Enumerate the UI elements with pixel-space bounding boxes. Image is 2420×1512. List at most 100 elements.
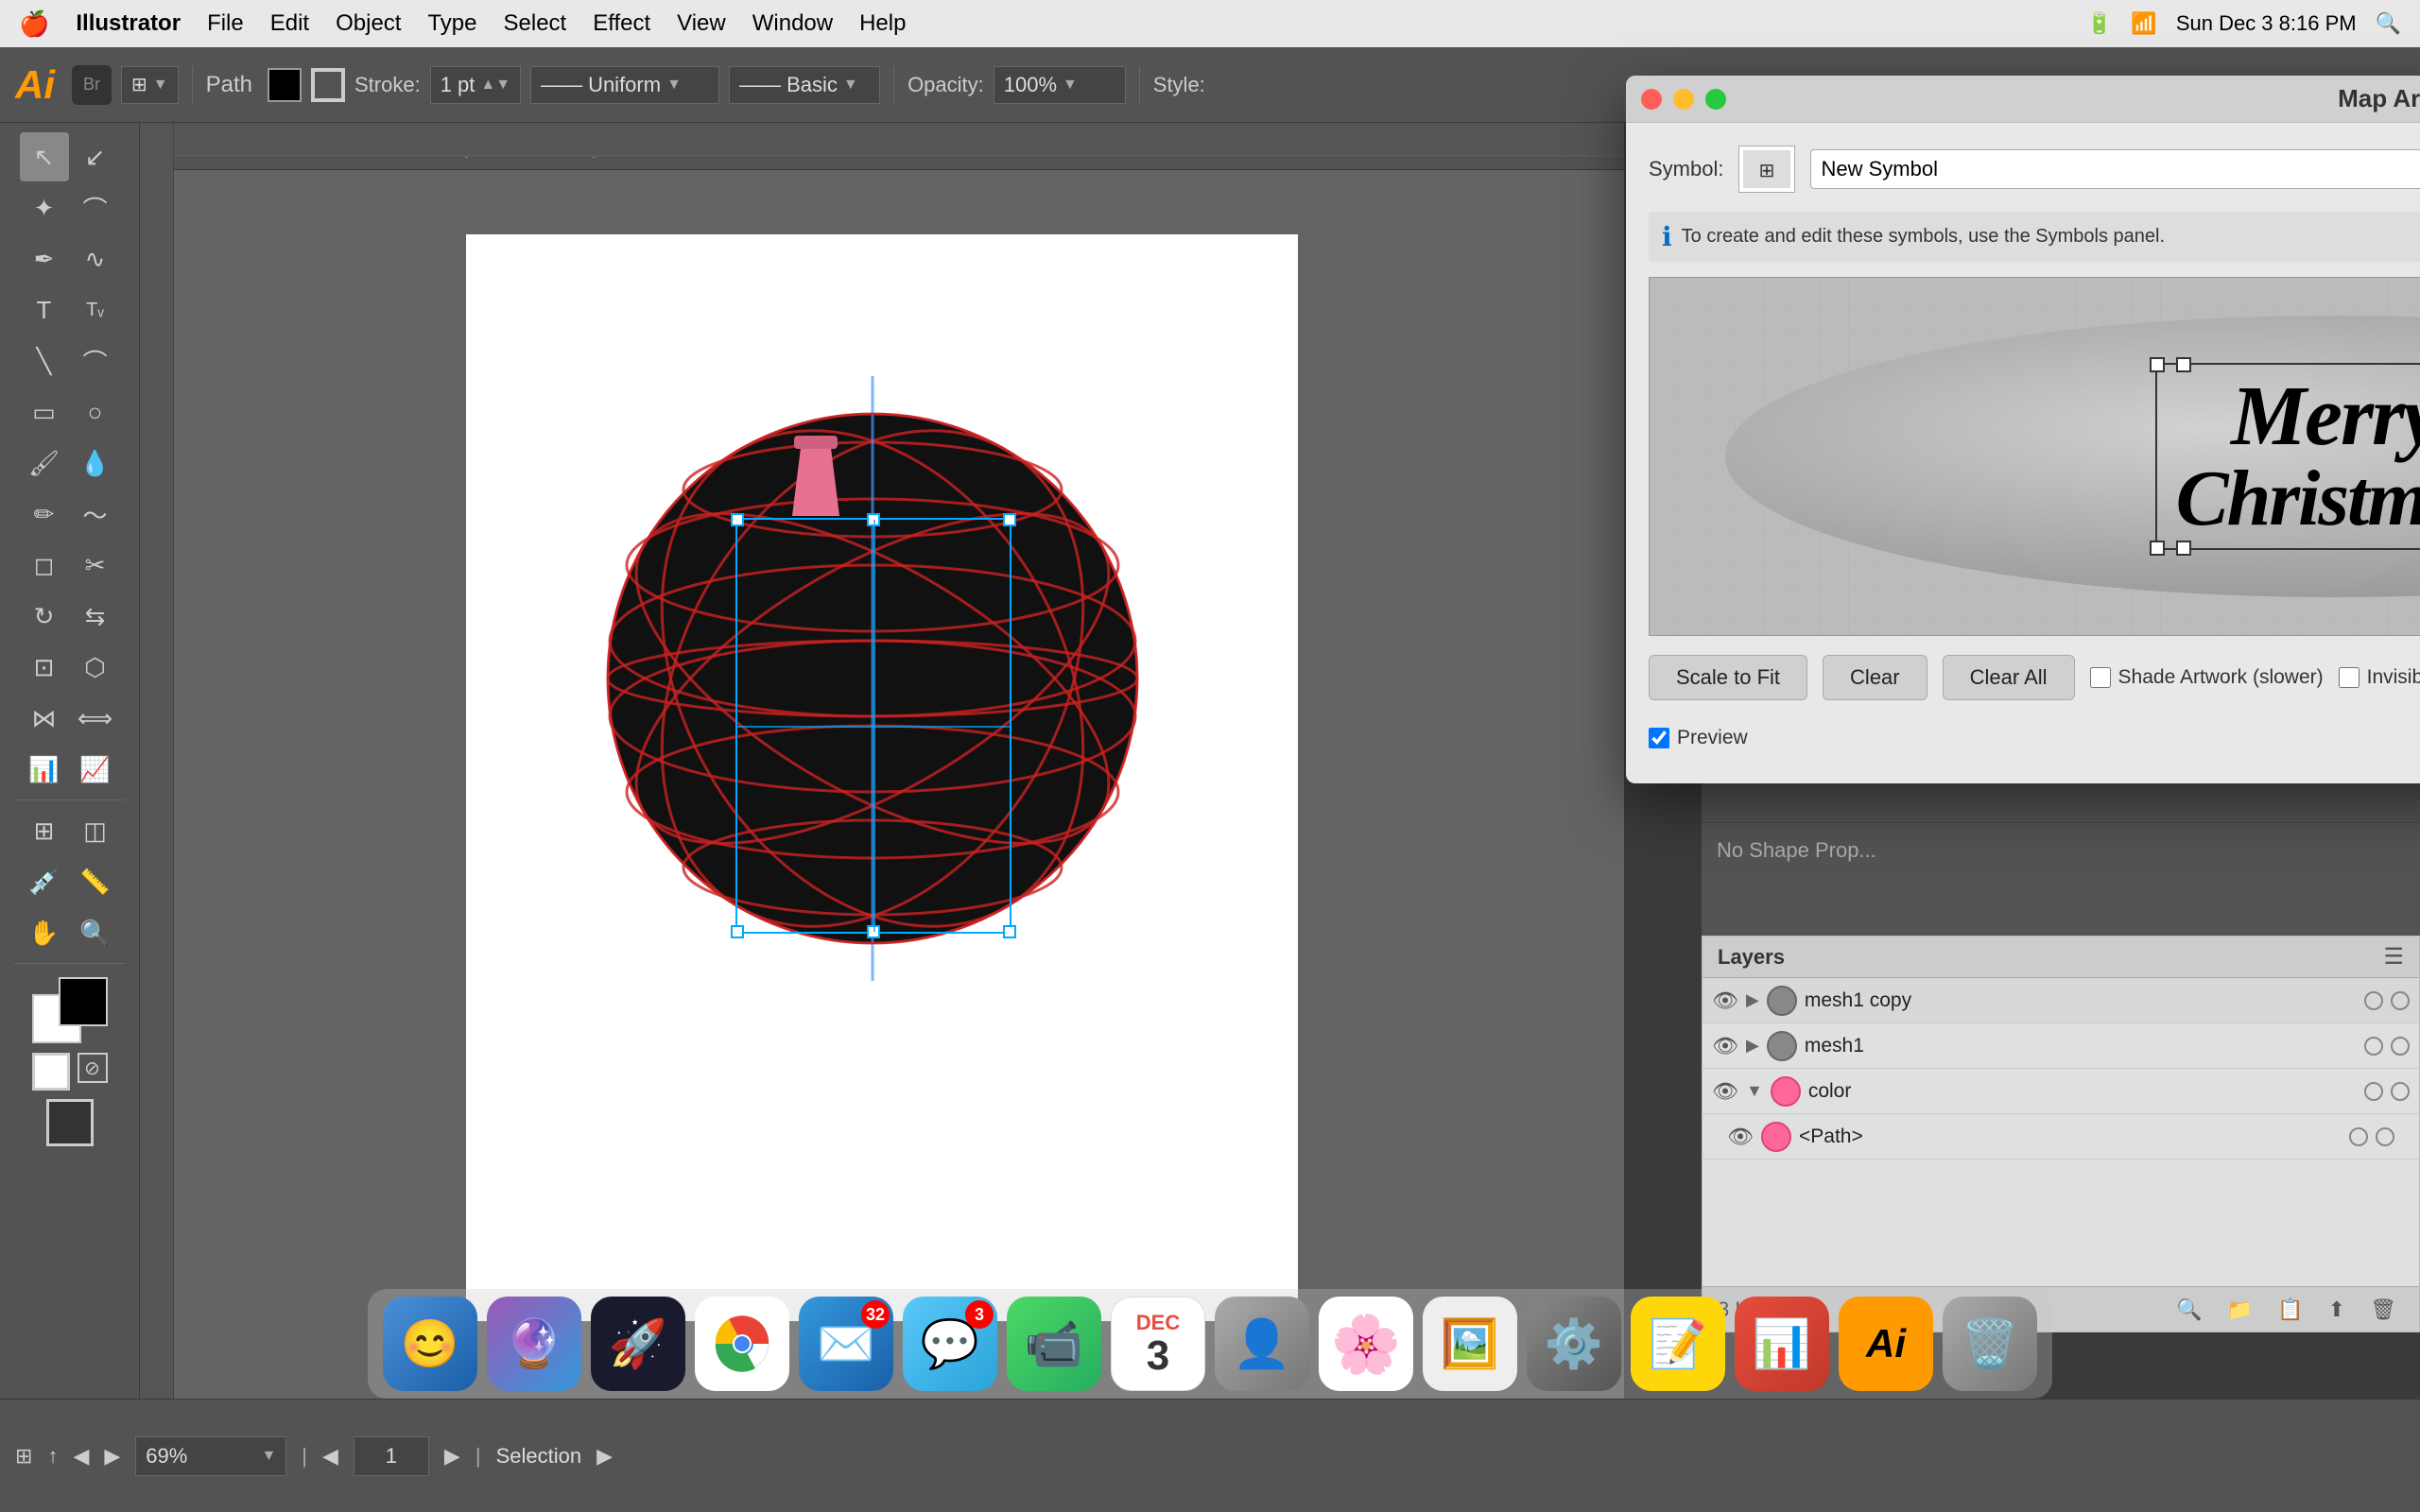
menu-select[interactable]: Select: [504, 10, 567, 37]
dock-icon-messages[interactable]: 💬 3: [903, 1297, 997, 1391]
layer-vis-3[interactable]: [2391, 1082, 2410, 1101]
brush-definition-dropdown[interactable]: —— Basic ▼: [729, 66, 880, 104]
clear-all-button[interactable]: Clear All: [1943, 655, 2075, 700]
column-graph-tool[interactable]: 📈: [71, 745, 120, 794]
layers-move-btn[interactable]: ⬆: [2321, 1294, 2353, 1326]
artboard[interactable]: [466, 234, 1298, 1321]
lasso-tool[interactable]: ⌒: [71, 183, 120, 232]
dock-icon-illustrator[interactable]: Ai: [1839, 1297, 1933, 1391]
next-artboard-btn[interactable]: ▶: [104, 1444, 120, 1469]
eyedropper-tool[interactable]: 💉: [20, 857, 69, 906]
dock-icon-trash[interactable]: 🗑️: [1943, 1297, 2037, 1391]
workspace-switcher[interactable]: ⊞ ▼: [121, 66, 179, 104]
direct-select-tool[interactable]: ↙: [71, 132, 120, 181]
layer-vis-1[interactable]: [2391, 991, 2410, 1010]
smooth-tool[interactable]: 〜: [71, 490, 120, 539]
pen-tool[interactable]: ✒: [20, 234, 69, 284]
invisible-geom-check[interactable]: [2339, 667, 2360, 688]
prev-page-btn[interactable]: ◀: [322, 1444, 338, 1469]
menu-effect[interactable]: Effect: [593, 10, 650, 37]
stroke-profile-dropdown[interactable]: —— Uniform ▼: [530, 66, 719, 104]
layer-arrow-3[interactable]: ▼: [1746, 1081, 1763, 1101]
stroke-box[interactable]: [32, 1053, 70, 1091]
menu-view[interactable]: View: [677, 10, 726, 37]
scale-to-fit-button[interactable]: Scale to Fit: [1649, 655, 1807, 700]
menu-illustrator[interactable]: Illustrator: [76, 10, 181, 37]
mesh-tool[interactable]: ⊞: [20, 806, 69, 855]
layer-eye-2[interactable]: 👁: [1712, 1034, 1738, 1058]
zoom-tool[interactable]: 🔍: [71, 908, 120, 957]
touch-type-tool[interactable]: Tᵥ: [71, 285, 120, 335]
curvature-tool[interactable]: ∿: [71, 234, 120, 284]
layer-eye-1[interactable]: 👁: [1712, 988, 1738, 1013]
text-handle-tm[interactable]: [2176, 357, 2191, 372]
map-art-preview[interactable]: Merry Christmas: [1649, 277, 2420, 636]
text-handle-tl[interactable]: [2150, 357, 2165, 372]
layer-arrow-1[interactable]: ▶: [1746, 990, 1759, 1010]
type-tool[interactable]: T: [20, 285, 69, 335]
layer-arrow-2[interactable]: ▶: [1746, 1036, 1759, 1056]
text-selection-box[interactable]: Merry Christmas: [2155, 363, 2420, 550]
dialog-max-btn[interactable]: [1705, 89, 1726, 110]
layer-target-4[interactable]: [2349, 1127, 2368, 1146]
menu-edit[interactable]: Edit: [270, 10, 309, 37]
reflect-tool[interactable]: ⇆: [71, 592, 120, 641]
apple-menu[interactable]: 🍎: [19, 9, 49, 39]
layer-target-2[interactable]: [2364, 1037, 2383, 1056]
next-page-btn[interactable]: ▶: [444, 1444, 460, 1469]
prev-artboard-btn[interactable]: ◀: [73, 1444, 89, 1469]
dock-icon-photos[interactable]: 🌸: [1319, 1297, 1413, 1391]
dock-icon-keynote[interactable]: 📊: [1735, 1297, 1829, 1391]
shear-tool[interactable]: ⬡: [71, 643, 120, 692]
warp-tool[interactable]: ⋈: [20, 694, 69, 743]
layer-target-3[interactable]: [2364, 1082, 2383, 1101]
foreground-swatch[interactable]: [59, 977, 108, 1026]
paintbrush-tool[interactable]: 🖌: [20, 438, 69, 488]
canvas-inner[interactable]: [140, 123, 1624, 1351]
text-handle-bm[interactable]: [2176, 541, 2191, 556]
page-input[interactable]: 1: [354, 1436, 429, 1476]
pencil-tool[interactable]: ✏: [20, 490, 69, 539]
text-handle-bl[interactable]: [2150, 541, 2165, 556]
graph-tool[interactable]: 📊: [20, 745, 69, 794]
layers-new-sublayer-btn[interactable]: 📋: [2270, 1294, 2310, 1326]
shade-artwork-check[interactable]: [2090, 667, 2111, 688]
symbol-preview-thumb[interactable]: ⊞: [1738, 146, 1795, 193]
dialog-close-btn[interactable]: [1641, 89, 1662, 110]
dock-icon-finder[interactable]: 😊: [383, 1297, 477, 1391]
menu-file[interactable]: File: [207, 10, 244, 37]
measure-tool[interactable]: 📏: [71, 857, 120, 906]
zoom-level-input[interactable]: 69%▼: [135, 1436, 286, 1476]
fill-swatch[interactable]: [268, 68, 302, 102]
scale-tool[interactable]: ⊡: [20, 643, 69, 692]
dock-icon-mail[interactable]: ✉️ 32: [799, 1297, 893, 1391]
dock-icon-contacts[interactable]: 👤: [1215, 1297, 1309, 1391]
layer-eye-3[interactable]: 👁: [1712, 1079, 1738, 1104]
artboard-tool[interactable]: [43, 1096, 96, 1149]
dock-icon-facetime[interactable]: 📹: [1007, 1297, 1101, 1391]
layer-row-mesh1[interactable]: 👁 ▶ mesh1: [1703, 1023, 2419, 1069]
layer-vis-2[interactable]: [2391, 1037, 2410, 1056]
blob-tool[interactable]: 💧: [71, 438, 120, 488]
dock-icon-iphoto[interactable]: 🖼️: [1423, 1297, 1517, 1391]
status-icon-2[interactable]: ↑: [47, 1444, 58, 1469]
layers-search-btn[interactable]: 🔍: [2169, 1294, 2209, 1326]
layer-row-mesh1copy[interactable]: 👁 ▶ mesh1 copy: [1703, 978, 2419, 1023]
none-swatch[interactable]: ⊘: [78, 1053, 108, 1083]
dock-icon-notes[interactable]: 📝: [1631, 1297, 1725, 1391]
menu-type[interactable]: Type: [427, 10, 476, 37]
width-tool[interactable]: ⟺: [71, 694, 120, 743]
magic-wand-tool[interactable]: ✦: [20, 183, 69, 232]
line-tool[interactable]: ╲: [20, 336, 69, 386]
preview-checkbox[interactable]: [1649, 728, 1669, 748]
dock-icon-chrome[interactable]: [695, 1297, 789, 1391]
color-swatches[interactable]: [32, 977, 108, 1043]
ellipse-tool[interactable]: ○: [71, 387, 120, 437]
scissors-tool[interactable]: ✂: [71, 541, 120, 590]
menu-help[interactable]: Help: [859, 10, 906, 37]
layers-close-btn[interactable]: ☰: [2383, 943, 2404, 971]
stroke-color-swatch[interactable]: [311, 68, 345, 102]
stroke-width-input[interactable]: 1 pt ▲▼: [430, 66, 521, 104]
gradient-tool[interactable]: ◫: [71, 806, 120, 855]
rectangle-tool[interactable]: ▭: [20, 387, 69, 437]
